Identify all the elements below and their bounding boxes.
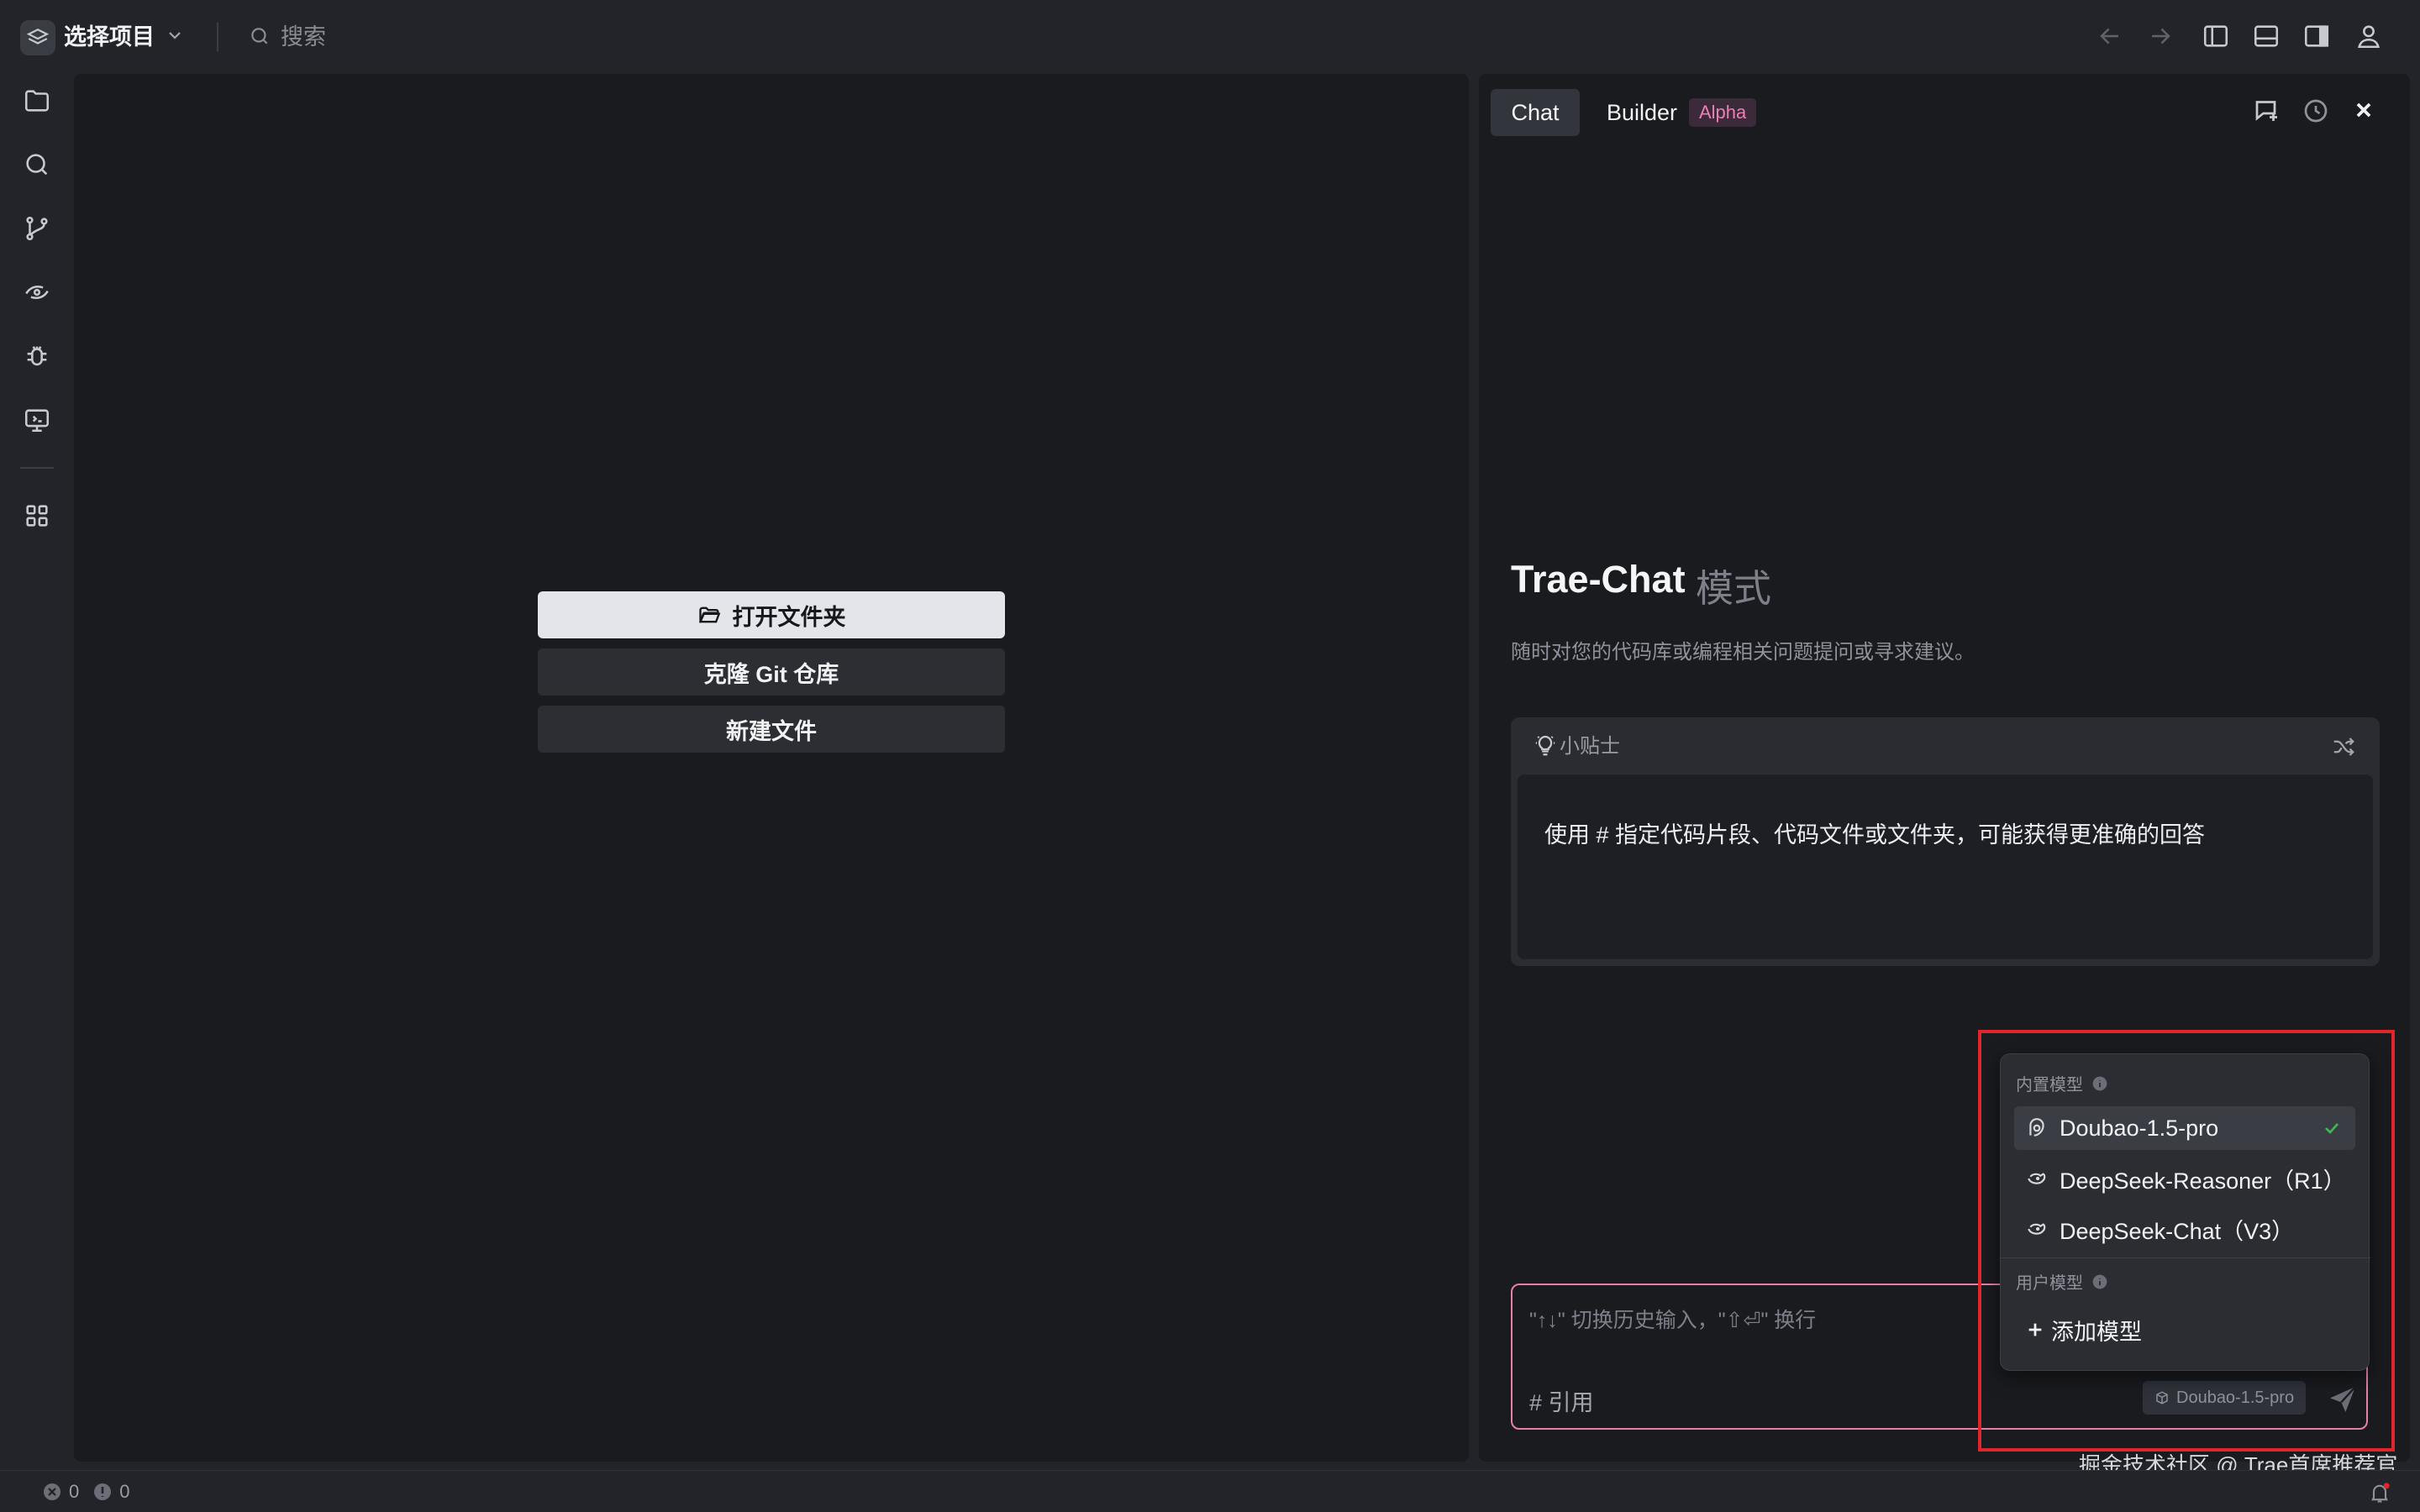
close-icon[interactable] [2349,96,2378,124]
tab-chat[interactable]: Chat [1491,89,1580,136]
editor-area: 打开文件夹 克隆 Git 仓库 新建文件 [74,74,1469,1462]
toggle-right-sidebar-icon[interactable] [2302,22,2331,50]
new-file-button[interactable]: 新建文件 [538,706,1005,753]
highlight-box [1978,1030,2395,1452]
clone-git-repo-label: 克隆 Git 仓库 [703,661,839,687]
reference-button[interactable]: # 引用 [1529,1384,1594,1417]
clone-git-repo-button[interactable]: 克隆 Git 仓库 [538,648,1005,696]
alpha-badge: Alpha [1689,98,1757,127]
mode-title: Trae-Chat [1511,558,1686,601]
error-count: 0 [69,1481,80,1502]
chat-input-placeholder[interactable]: "↑↓" 切换历史输入，"⇧⏎" 换行 [1529,1304,1816,1334]
new-file-label: 新建文件 [726,718,817,744]
layers-icon[interactable] [20,20,55,55]
toggle-left-sidebar-icon[interactable] [2202,22,2230,50]
mode-description: 随时对您的代码库或编程相关问题提问或寻求建议。 [1511,641,1975,664]
tips-card: 小贴士 使用 # 指定代码片段、代码文件或文件夹，可能获得更准确的回答 [1511,717,2380,966]
status-bar: 0 0 [0,1470,2420,1512]
toggle-bottom-panel-icon[interactable] [2252,22,2281,50]
account-icon[interactable] [2354,22,2383,50]
title-divider [217,23,218,51]
arrow-left-icon[interactable] [2096,22,2124,50]
remote-icon[interactable] [20,276,54,309]
status-errors[interactable]: 0 0 [42,1481,130,1503]
notification-bell-icon[interactable] [2368,1481,2391,1504]
tips-text: 使用 # 指定代码片段、代码文件或文件夹，可能获得更准确的回答 [1544,822,2206,848]
search-icon [249,25,271,47]
mode-suffix: 模式 [1696,567,1772,610]
open-folder-button[interactable]: 打开文件夹 [538,591,1005,638]
search-sidebar-icon[interactable] [20,148,54,181]
activity-divider [20,467,54,469]
folder-open-icon [698,606,720,623]
error-icon [44,1483,60,1500]
tab-builder[interactable]: Builder [1607,89,1677,136]
warning-count: 0 [119,1481,130,1502]
search-input[interactable] [281,18,617,55]
source-control-icon[interactable] [20,212,54,245]
chevron-down-icon[interactable] [165,25,185,45]
arrow-right-icon[interactable] [2146,22,2175,50]
explorer-icon[interactable] [20,84,54,118]
tips-body: 使用 # 指定代码片段、代码文件或文件夹，可能获得更准确的回答 [1518,774,2373,959]
shuffle-icon[interactable] [2331,734,2356,759]
lightbulb-icon [1533,732,1558,758]
new-chat-icon[interactable] [2252,96,2282,126]
tips-label: 小贴士 [1560,735,1620,758]
title-bar: 选择项目 [0,0,2420,74]
debug-icon[interactable] [20,339,54,373]
project-selector-label[interactable]: 选择项目 [64,18,155,55]
history-icon[interactable] [2301,96,2331,126]
extensions-icon[interactable] [20,499,54,533]
remote-explorer-icon[interactable] [20,403,54,437]
warning-icon [94,1483,112,1500]
open-folder-label: 打开文件夹 [732,604,846,630]
